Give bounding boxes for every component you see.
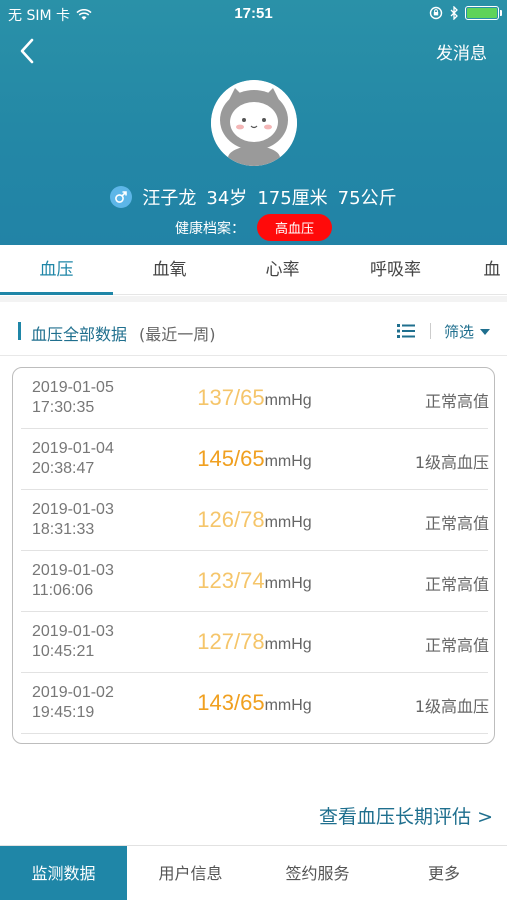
send-message-button[interactable]: 发消息 [436, 39, 487, 64]
nav-contract-service[interactable]: 签约服务 [254, 846, 381, 900]
record-status: 1级高血压 [414, 697, 489, 716]
record-bp-value: 126/78 [197, 507, 265, 532]
profile-header: 无 SIM 卡 17:51 发消息 汪子龙 34岁 175厘米 75公斤 健康档… [0, 0, 507, 245]
avatar-cartoon-icon [211, 80, 297, 166]
record-row[interactable]: 2019-01-03 11:06:06 123/74mmHg 正常高值 [13, 551, 494, 612]
header-divider [430, 323, 431, 339]
record-bp-value: 127/78 [197, 629, 265, 654]
record-unit: mmHg [264, 575, 312, 592]
record-row[interactable]: 2019-01-02 19:45:19 143/65mmHg 1级高血压 [13, 673, 494, 734]
record-unit: mmHg [264, 514, 312, 531]
section-title: 血压全部数据 [31, 325, 128, 344]
metric-tabs: 血压 血氧 心率 呼吸率 血 [0, 245, 507, 295]
record-bp-value: 143/65 [197, 690, 265, 715]
back-button[interactable] [14, 34, 44, 68]
avatar[interactable] [211, 80, 297, 166]
user-height: 175厘米 [257, 188, 328, 209]
chevron-left-icon [20, 38, 34, 64]
orientation-lock-icon [429, 6, 443, 20]
bottom-nav: 监测数据 用户信息 签约服务 更多 [0, 845, 507, 900]
record-unit: mmHg [264, 392, 312, 409]
record-status: 正常高值 [424, 514, 489, 533]
caret-down-icon [480, 328, 491, 335]
record-bp-value: 123/74 [197, 568, 265, 593]
record-status: 正常高值 [424, 575, 489, 594]
tab-heart-rate[interactable]: 心率 [226, 245, 339, 295]
status-right [429, 6, 502, 20]
record-value: 127/78mmHg [13, 629, 494, 655]
health-tag-badge[interactable]: 高血压 [256, 214, 332, 241]
user-weight: 75公斤 [337, 188, 397, 209]
section-header: 血压全部数据 (最近一周) 筛选 [0, 308, 507, 356]
tab-divider [0, 296, 507, 302]
profile-info: 汪子龙 34岁 175厘米 75公斤 [0, 184, 507, 210]
list-view-icon[interactable] [396, 322, 416, 340]
user-name: 汪子龙 [142, 188, 197, 209]
record-unit: mmHg [264, 453, 312, 470]
record-bp-value: 137/65 [197, 385, 265, 410]
tab-blood-more[interactable]: 血 [452, 245, 507, 295]
record-status: 1级高血压 [414, 453, 489, 472]
nav-monitoring-data[interactable]: 监测数据 [0, 846, 127, 900]
record-bp-value: 145/65 [197, 446, 265, 471]
record-row[interactable]: 2019-01-03 10:45:21 127/78mmHg 正常高值 [13, 612, 494, 673]
record-row[interactable]: 2019-01-03 18:31:33 126/78mmHg 正常高值 [13, 490, 494, 551]
record-value: 123/74mmHg [13, 568, 494, 594]
battery-icon [465, 6, 502, 20]
record-row[interactable]: 2019-01-05 17:30:35 137/65mmHg 正常高值 [13, 368, 494, 429]
filter-label: 筛选 [444, 323, 475, 341]
record-unit: mmHg [264, 636, 312, 653]
tab-blood-oxygen[interactable]: 血氧 [113, 245, 226, 295]
record-status: 正常高值 [424, 392, 489, 411]
record-value: 126/78mmHg [13, 507, 494, 533]
user-age: 34岁 [206, 188, 248, 209]
record-value: 137/65mmHg [13, 385, 494, 411]
filter-button[interactable]: 筛选 [444, 321, 491, 342]
health-record-label: 健康档案： [174, 220, 245, 237]
long-term-assessment-link[interactable]: 查看血压长期评估 > [319, 802, 493, 829]
section-accent-bar [18, 322, 21, 340]
section-subtitle: (最近一周) [139, 325, 216, 344]
record-row[interactable]: 2019-01-04 20:38:47 145/65mmHg 1级高血压 [13, 429, 494, 490]
record-status: 正常高值 [424, 636, 489, 655]
nav-user-info[interactable]: 用户信息 [127, 846, 254, 900]
male-icon [110, 186, 133, 208]
active-tab-indicator [0, 292, 113, 295]
record-unit: mmHg [264, 697, 312, 714]
tab-blood-pressure[interactable]: 血压 [0, 245, 113, 295]
bluetooth-icon [450, 6, 458, 20]
tab-respiration-rate[interactable]: 呼吸率 [339, 245, 452, 295]
status-bar: 无 SIM 卡 17:51 [0, 0, 507, 28]
records-list: 2019-01-05 17:30:35 137/65mmHg 正常高值 2019… [12, 367, 495, 744]
health-record: 健康档案： 高血压 [0, 214, 507, 241]
row-divider [21, 733, 488, 734]
nav-more[interactable]: 更多 [381, 846, 507, 900]
